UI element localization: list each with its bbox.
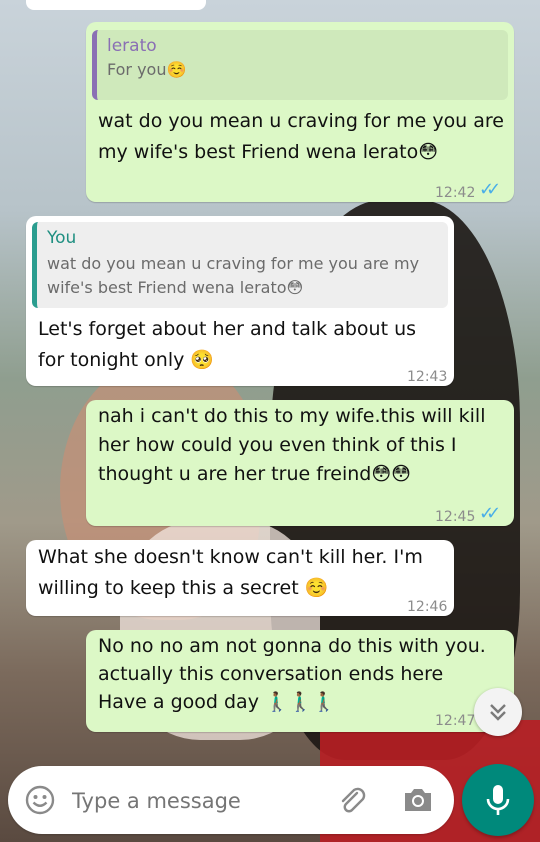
read-ticks-icon: ✓✓ — [479, 503, 501, 524]
message-time: 12:47 — [435, 713, 476, 729]
quote-author: You — [47, 228, 77, 248]
attach-button[interactable] — [332, 766, 372, 834]
message-bubble-outgoing[interactable]: No no no am not gonna do this with you. … — [86, 630, 514, 732]
camera-icon — [405, 789, 431, 811]
message-input[interactable] — [70, 780, 324, 822]
message-text: What she doesn't know can't kill her. I'… — [38, 546, 423, 599]
read-ticks-icon: ✓✓ — [479, 179, 501, 200]
message-text: No no no am not gonna do this with you. … — [98, 635, 486, 713]
message-text: wat do you mean u craving for me you are… — [98, 110, 504, 163]
message-time: 12:46 — [407, 599, 448, 615]
quote-text: For you☺️ — [107, 60, 187, 79]
paperclip-icon — [341, 787, 366, 813]
microphone-icon — [486, 785, 510, 815]
camera-button[interactable] — [398, 766, 438, 834]
double-chevron-down-icon — [490, 704, 506, 721]
scroll-to-bottom-button[interactable] — [474, 688, 522, 736]
message-bubble-incoming[interactable]: What she doesn't know can't kill her. I'… — [26, 540, 454, 616]
emoji-icon — [25, 785, 55, 815]
emoji-button[interactable] — [22, 766, 58, 834]
quoted-message[interactable]: You wat do you mean u craving for me you… — [32, 222, 448, 308]
message-bubble-outgoing[interactable]: nah i can't do this to my wife.this will… — [86, 400, 514, 526]
message-bubble-incoming[interactable]: You wat do you mean u craving for me you… — [26, 216, 454, 386]
message-text: Let's forget about her and talk about us… — [38, 318, 417, 371]
message-text: nah i can't do this to my wife.this will… — [98, 405, 486, 485]
message-composer[interactable] — [8, 766, 454, 834]
message-time: 12:43 — [407, 369, 448, 385]
quote-text: wat do you mean u craving for me you are… — [47, 254, 420, 297]
message-bubble-outgoing[interactable]: lerato For you☺️ wat do you mean u cravi… — [86, 22, 514, 202]
quoted-message[interactable]: lerato For you☺️ — [92, 30, 508, 100]
message-time: 12:42 — [435, 185, 476, 201]
previous-message-edge — [26, 0, 206, 10]
voice-message-button[interactable] — [462, 764, 534, 836]
message-time: 12:45 — [435, 509, 476, 525]
quote-author: lerato — [107, 36, 157, 56]
